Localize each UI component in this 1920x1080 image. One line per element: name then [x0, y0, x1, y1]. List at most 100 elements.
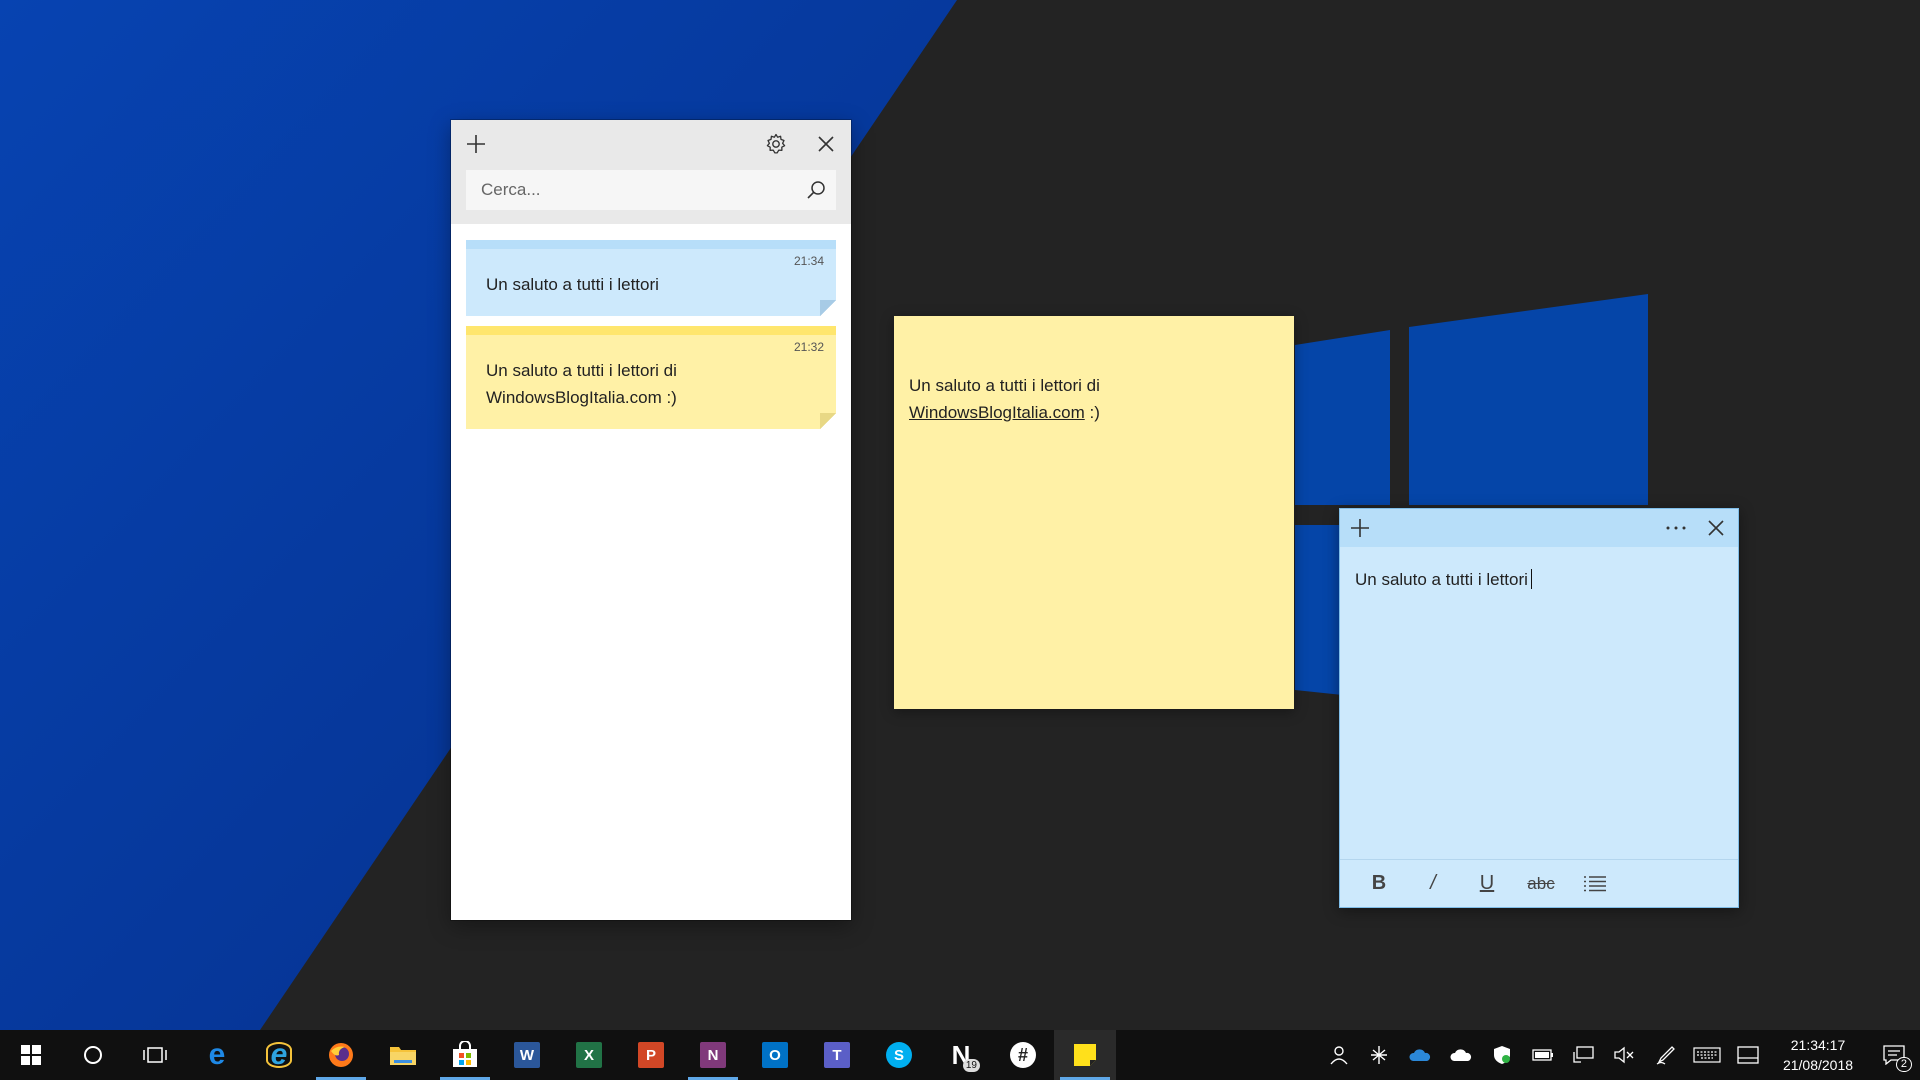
- taskbar-edge[interactable]: e: [186, 1030, 248, 1080]
- tray-bluetooth[interactable]: [1358, 1030, 1399, 1080]
- bag-icon: [453, 1041, 477, 1067]
- tray-battery[interactable]: [1522, 1030, 1563, 1080]
- bluetooth-icon: [1370, 1046, 1387, 1064]
- taskbar-slack[interactable]: #: [992, 1030, 1054, 1080]
- word-icon: W: [514, 1042, 540, 1068]
- page-fold-shade: [820, 300, 836, 316]
- desktop: 21:34 Un saluto a tutti i lettori 21:32 …: [0, 0, 1920, 1030]
- tray-defender[interactable]: [1481, 1030, 1522, 1080]
- clock-date: 21/08/2018: [1782, 1057, 1854, 1073]
- text-caret: [1530, 569, 1532, 589]
- new-note-button[interactable]: [456, 124, 496, 164]
- onedrive-blue-icon: [1408, 1049, 1430, 1061]
- close-icon: [818, 136, 834, 152]
- task-view-button[interactable]: [124, 1030, 186, 1080]
- tray-onedrive-business[interactable]: [1399, 1030, 1440, 1080]
- format-toolbar: B / U abc: [1340, 859, 1738, 907]
- yellow-note-line: Un saluto a tutti i lettori di: [909, 376, 1100, 395]
- windows-logo-pane: [1295, 330, 1390, 505]
- taskbar-internet-explorer[interactable]: e: [248, 1030, 310, 1080]
- note-card-blue[interactable]: 21:34 Un saluto a tutti i lettori: [466, 240, 836, 316]
- system-tray: 21:34:17 21/08/2018 2: [1317, 1030, 1920, 1080]
- taskbar-file-explorer[interactable]: [372, 1030, 434, 1080]
- onenote-icon: N: [700, 1042, 726, 1068]
- tray-pen-workspace[interactable]: [1645, 1030, 1686, 1080]
- italic-button[interactable]: /: [1406, 864, 1460, 904]
- pen-icon: [1656, 1046, 1675, 1065]
- taskbar-firefox[interactable]: [310, 1030, 372, 1080]
- website-link[interactable]: WindowsBlogItalia.com: [909, 403, 1085, 422]
- circle-icon: [84, 1046, 102, 1064]
- volume-muted-icon: [1613, 1046, 1633, 1064]
- clock[interactable]: 21:34:17 21/08/2018: [1768, 1030, 1868, 1080]
- action-center-button[interactable]: 2: [1868, 1030, 1920, 1080]
- internet-explorer-icon: e: [266, 1038, 292, 1071]
- taskbar-outlook[interactable]: O: [744, 1030, 806, 1080]
- excel-icon: X: [576, 1042, 602, 1068]
- folder-icon: [390, 1047, 416, 1065]
- more-options-button[interactable]: [1656, 508, 1696, 548]
- people-icon: [1329, 1046, 1348, 1065]
- task-view-icon: [143, 1047, 167, 1063]
- note-time: 21:32: [793, 340, 824, 354]
- powerpoint-icon: P: [638, 1042, 664, 1068]
- cortana-button[interactable]: [62, 1030, 124, 1080]
- note-preview-line: Un saluto a tutti i lettori di: [486, 361, 677, 380]
- settings-button[interactable]: [756, 124, 796, 164]
- battery-icon: [1531, 1049, 1553, 1061]
- yellow-note-line-2: WindowsBlogItalia.com :): [909, 399, 1279, 426]
- taskbar-excel[interactable]: X: [558, 1030, 620, 1080]
- search-button[interactable]: [796, 170, 836, 210]
- page-fold-icon: [820, 413, 836, 429]
- close-note-button[interactable]: [1696, 508, 1736, 548]
- close-icon: [1708, 520, 1724, 536]
- tray-people[interactable]: [1317, 1030, 1358, 1080]
- note-card-yellow[interactable]: 21:32 Un saluto a tutti i lettori di Win…: [466, 326, 836, 429]
- taskbar-word[interactable]: W: [496, 1030, 558, 1080]
- firefox-icon: [329, 1043, 353, 1067]
- underline-button[interactable]: U: [1460, 864, 1514, 904]
- windows-icon: [21, 1045, 41, 1065]
- plus-icon: [1351, 519, 1369, 537]
- taskbar-news[interactable]: N 19: [930, 1030, 992, 1080]
- note-preview-line: WindowsBlogItalia.com :): [486, 388, 677, 407]
- start-button[interactable]: [0, 1030, 62, 1080]
- defender-icon: [1493, 1046, 1510, 1064]
- taskbar-skype[interactable]: S: [868, 1030, 930, 1080]
- edge-icon: e: [208, 1038, 226, 1071]
- tray-touch-keyboard[interactable]: [1686, 1030, 1727, 1080]
- news-badge: 19: [962, 1059, 980, 1072]
- strikethrough-button[interactable]: abc: [1514, 864, 1568, 904]
- network-icon: [1572, 1046, 1594, 1063]
- close-list-button[interactable]: [806, 124, 846, 164]
- taskbar-sticky-notes[interactable]: [1054, 1030, 1116, 1080]
- onedrive-white-icon: [1449, 1049, 1471, 1061]
- tray-network[interactable]: [1563, 1030, 1604, 1080]
- tray-onedrive[interactable]: [1440, 1030, 1481, 1080]
- note-time: 21:34: [793, 254, 824, 268]
- tray-volume[interactable]: [1604, 1030, 1645, 1080]
- clock-time: 21:34:17: [1790, 1037, 1846, 1053]
- keyboard-icon: [1692, 1047, 1721, 1063]
- tray-tablet-mode[interactable]: [1727, 1030, 1768, 1080]
- bullet-list-button[interactable]: [1568, 864, 1622, 904]
- yellow-note-window[interactable]: Un saluto a tutti i lettori di WindowsBl…: [894, 316, 1294, 709]
- sticky-icon: [1074, 1044, 1096, 1066]
- search-input[interactable]: [466, 170, 796, 210]
- yellow-note-body[interactable]: Un saluto a tutti i lettori di WindowsBl…: [894, 316, 1294, 426]
- notes-list-window: 21:34 Un saluto a tutti i lettori 21:32 …: [451, 120, 851, 920]
- taskbar-onenote[interactable]: N: [682, 1030, 744, 1080]
- note-editor[interactable]: Un saluto a tutti i lettori: [1340, 547, 1738, 859]
- taskbar-teams[interactable]: T: [806, 1030, 868, 1080]
- blue-note-window[interactable]: Un saluto a tutti i lettori B / U abc: [1339, 508, 1739, 908]
- search-box: [466, 170, 836, 210]
- more-icon: [1666, 526, 1686, 530]
- blue-note-titlebar[interactable]: [1340, 509, 1738, 547]
- taskbar-store[interactable]: [434, 1030, 496, 1080]
- taskbar-powerpoint[interactable]: P: [620, 1030, 682, 1080]
- tablet-icon: [1736, 1046, 1759, 1064]
- skype-icon: S: [886, 1042, 912, 1068]
- blue-new-note-button[interactable]: [1340, 508, 1380, 548]
- bold-button[interactable]: B: [1352, 864, 1406, 904]
- note-preview: Un saluto a tutti i lettori: [486, 275, 659, 294]
